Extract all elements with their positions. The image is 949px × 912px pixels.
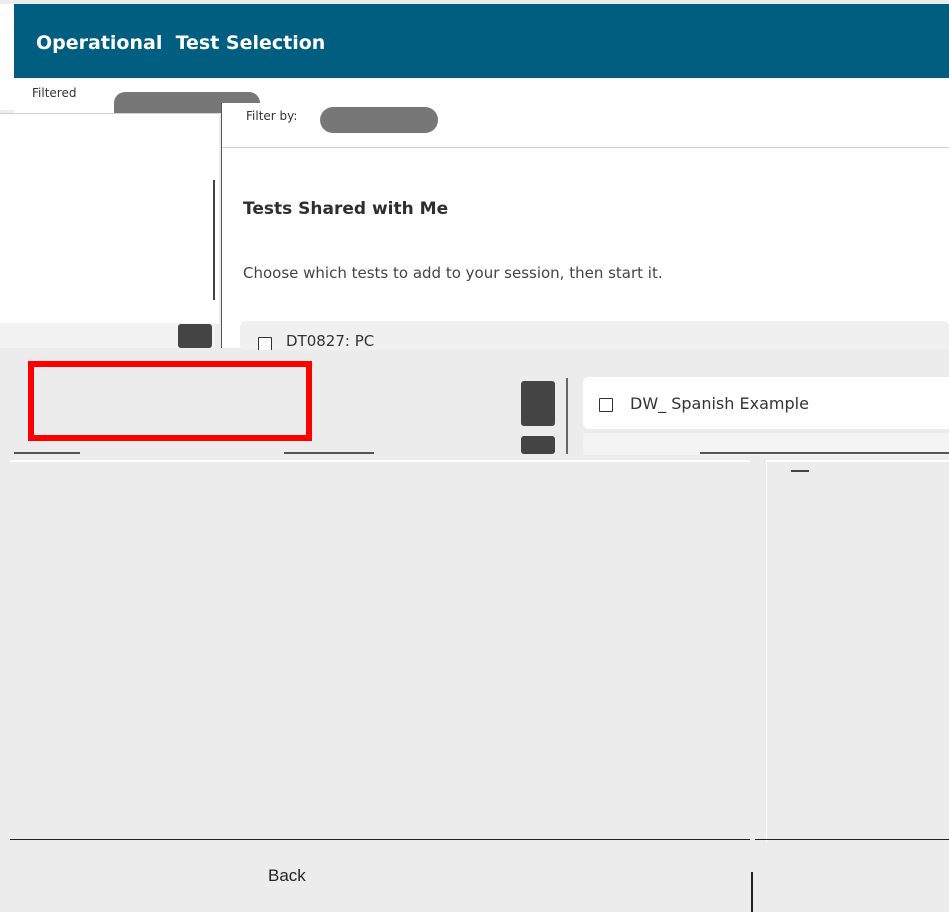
drag-handle[interactable]: [521, 381, 555, 426]
section-title: Tests Shared with Me: [243, 199, 449, 219]
left-panel-edge: [213, 180, 221, 300]
drag-handle[interactable]: [521, 436, 555, 454]
back-button[interactable]: Back: [268, 866, 306, 886]
lower-right-panel: [766, 460, 949, 842]
seam-line: [700, 452, 949, 454]
seam-line: [284, 452, 374, 454]
left-panel: [0, 113, 219, 324]
modal-title: Operational Test Selection: [36, 32, 326, 54]
test-checkbox[interactable]: [258, 337, 272, 351]
test-checkbox[interactable]: [599, 398, 613, 412]
filter-label: Filtered: [32, 86, 77, 100]
lower-left-panel: [10, 460, 750, 842]
drag-handle[interactable]: [178, 324, 212, 348]
footer-tick: [751, 872, 753, 912]
test-row[interactable]: DT0827: PC: [240, 321, 949, 351]
center-filter-label: Filter by:: [246, 109, 298, 123]
seam-line: [14, 452, 80, 454]
highlight-box: [28, 361, 312, 441]
modal-header: Operational Test Selection: [14, 4, 949, 78]
test-name: DT0827: PC: [286, 332, 375, 350]
test-name: DW_ Spanish Example: [630, 394, 809, 413]
minimize-icon[interactable]: [791, 470, 809, 472]
footer-divider: [10, 839, 750, 840]
divider: [222, 147, 949, 148]
test-row[interactable]: DW_ Spanish Example: [583, 377, 949, 429]
section-description: Choose which tests to add to your sessio…: [243, 264, 663, 282]
left-edge-strip: [0, 4, 14, 110]
shared-tests-panel: Filter by: Tests Shared with Me Choose w…: [221, 103, 949, 348]
filter-dropdown[interactable]: [320, 107, 438, 133]
column-separator: [566, 378, 568, 454]
footer-divider: [755, 839, 949, 840]
